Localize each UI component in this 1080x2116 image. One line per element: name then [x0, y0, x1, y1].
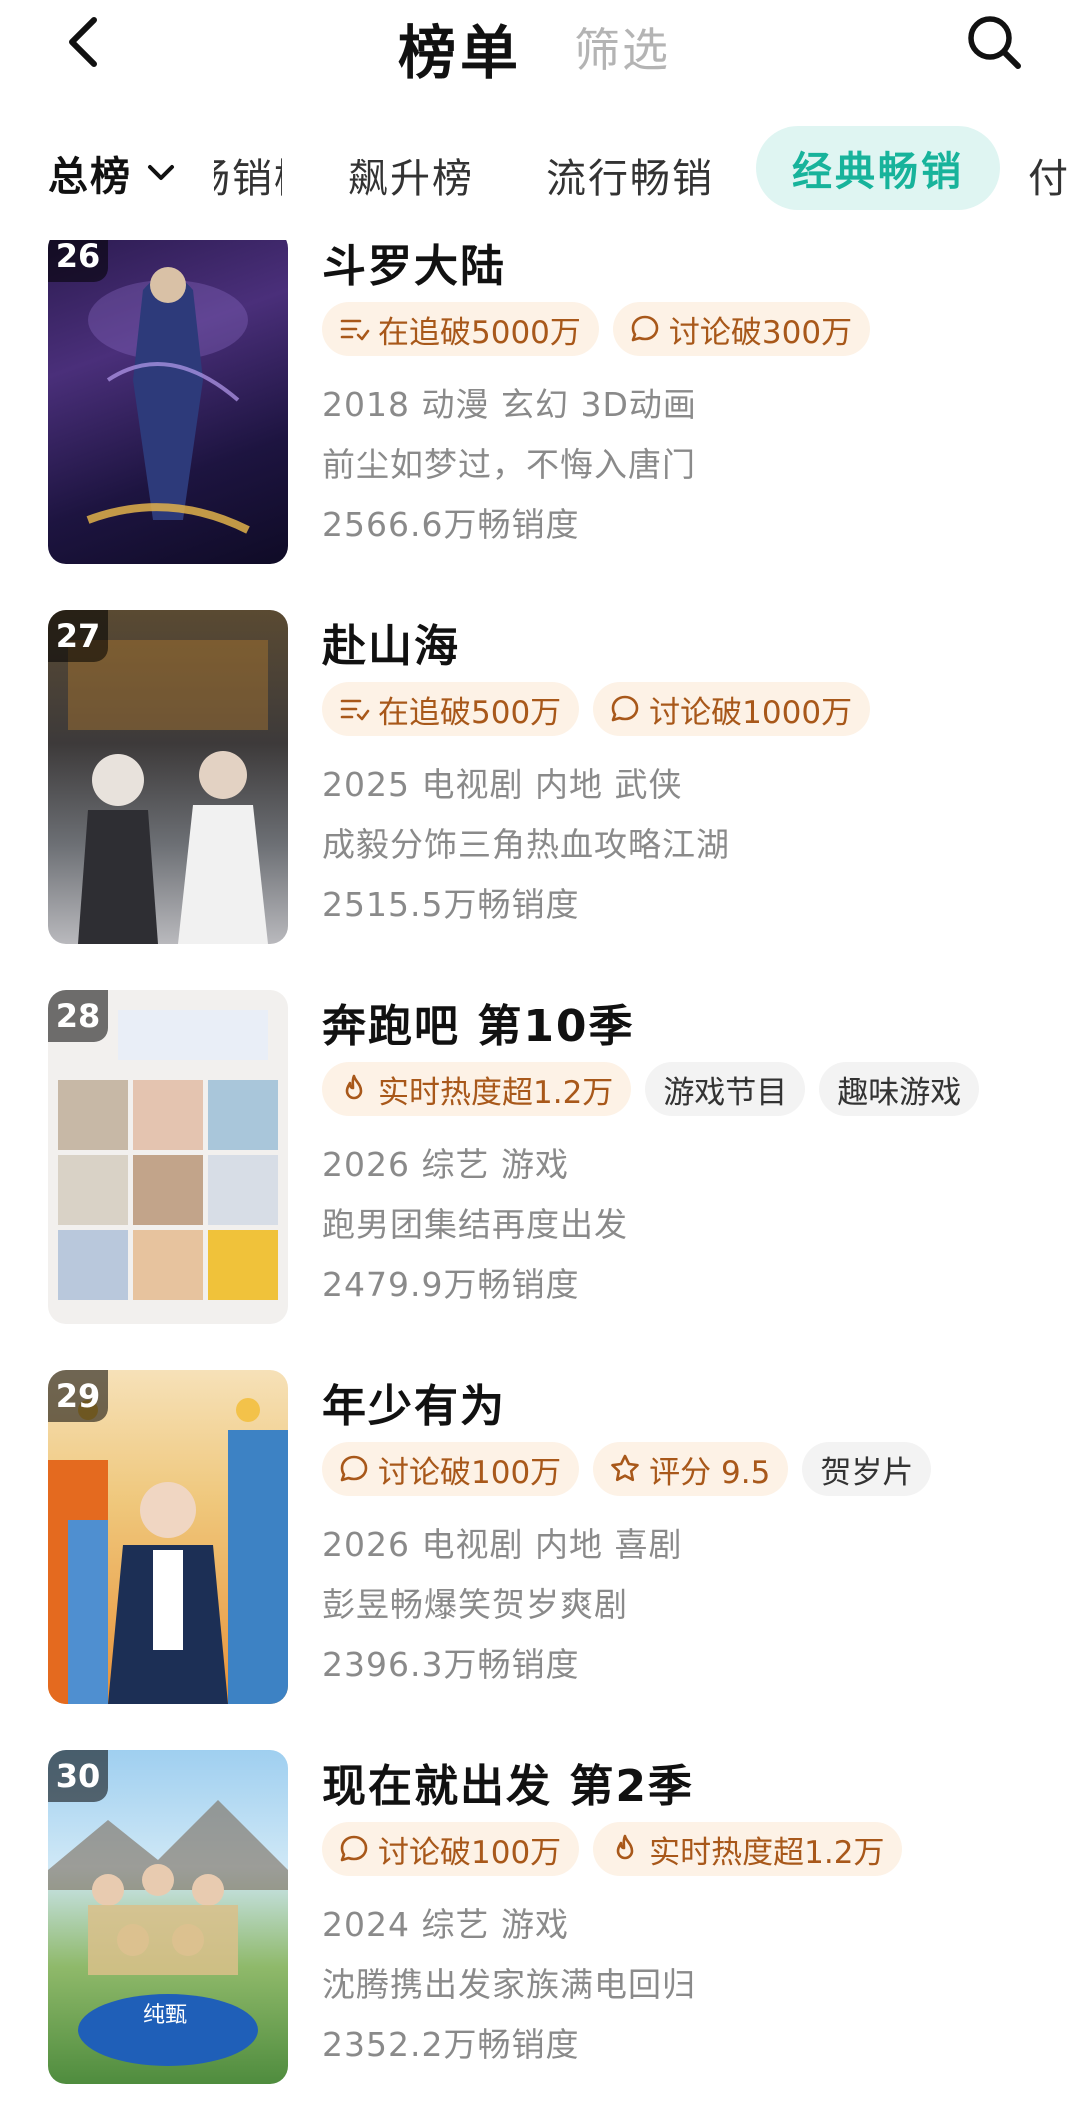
svg-text:纯甄: 纯甄 [143, 2003, 187, 2028]
heat-tag: 实时热度超1.2万 [322, 1062, 632, 1116]
show-description: 成毅分饰三角热血攻略江湖 [322, 825, 730, 864]
ranking-tabs: 总榜 畅销榜 飙升榜 流行畅销 经典畅销 付 [0, 124, 1080, 210]
list-item[interactable]: 28 奔跑吧 第10季 实时热度超1.2万 游戏节目 趣味游戏 2026 综艺 … [0, 990, 1080, 1330]
tab-classic-bestseller[interactable]: 经典畅销 [756, 126, 1000, 210]
tab-paid[interactable]: 付 [1028, 146, 1070, 204]
tab-bestseller-label: 畅销榜 [214, 156, 282, 202]
rank-badge: 28 [48, 990, 108, 1042]
discussion-tag: 讨论破300万 [612, 302, 871, 356]
top-bar: 榜单 筛选 [0, 0, 1080, 90]
poster-image: 29 [48, 1370, 288, 1704]
poster-image: 纯甄 30 [48, 1750, 288, 2084]
show-meta: 2018 动漫 玄幻 3D动画 [322, 385, 697, 424]
comment-bubble-icon [631, 315, 659, 342]
rank-badge: 29 [48, 1370, 108, 1422]
sales-score: 2515.5万畅销度 [322, 885, 580, 924]
follow-list-icon [340, 699, 370, 721]
flame-icon [616, 1834, 634, 1860]
tag-row: 讨论破100万 评分 9.5 贺岁片 [322, 1442, 932, 1496]
rank-badge: 30 [48, 1750, 108, 1802]
poster-image: 28 [48, 990, 288, 1324]
tag-row: 在追破500万 讨论破1000万 [322, 682, 871, 736]
star-icon [611, 1454, 639, 1482]
heat-tag: 实时热度超1.2万 [593, 1822, 903, 1876]
total-ranking-label: 总榜 [48, 154, 132, 200]
show-title: 现在就出发 第2季 [322, 1761, 694, 1812]
comment-bubble-icon [340, 1835, 368, 1862]
page-title: 榜单 [398, 19, 523, 87]
list-item[interactable]: 29 年少有为 讨论破100万 评分 9.5 贺岁片 2026 电视剧 内地 喜… [0, 1370, 1080, 1710]
filter-button[interactable]: 筛选 [574, 14, 670, 80]
search-button[interactable] [962, 10, 1028, 76]
tag-text: 讨论破300万 [668, 314, 853, 351]
show-title: 赴山海 [322, 621, 460, 672]
tag-text: 评分 9.5 [649, 1454, 771, 1491]
total-ranking-dropdown[interactable]: 总榜 [48, 144, 176, 202]
show-title: 奔跑吧 第10季 [322, 1001, 635, 1052]
sales-score: 2396.3万畅销度 [322, 1645, 580, 1684]
show-description: 彭昱畅爆笑贺岁爽剧 [322, 1585, 628, 1624]
show-meta: 2024 综艺 游戏 [322, 1905, 569, 1944]
show-description: 跑男团集结再度出发 [322, 1205, 628, 1244]
tag-row: 在追破5000万 讨论破300万 [322, 302, 871, 356]
discussion-tag: 讨论破1000万 [593, 682, 871, 736]
search-icon [968, 16, 1021, 69]
show-description: 前尘如梦过，不悔入唐门 [322, 445, 696, 484]
rank-badge: 27 [48, 610, 108, 662]
ranking-list: 26 斗罗大陆 在追破5000万 讨论破300万 2018 动漫 玄幻 3D动画… [0, 240, 1080, 2116]
back-button[interactable] [60, 14, 110, 70]
list-item[interactable]: 26 斗罗大陆 在追破5000万 讨论破300万 2018 动漫 玄幻 3D动画… [0, 240, 1080, 570]
tab-popular-bestseller[interactable]: 流行畅销 [546, 146, 714, 204]
show-meta: 2025 电视剧 内地 武侠 [322, 765, 683, 804]
show-description: 沈腾携出发家族满电回归 [322, 1965, 696, 2004]
comment-bubble-icon [340, 1455, 368, 1482]
genre-tag: 趣味游戏 [819, 1062, 980, 1116]
list-item[interactable]: 纯甄 30 现在就出发 第2季 讨论破100万 实时热度超1.2万 2024 综… [0, 1750, 1080, 2090]
follow-tag: 在追破5000万 [322, 302, 599, 356]
chevron-left-icon [69, 17, 97, 67]
follow-tag: 在追破500万 [322, 682, 580, 736]
follow-list-icon [340, 319, 370, 341]
rating-tag: 评分 9.5 [593, 1442, 789, 1496]
tag-text: 讨论破1000万 [649, 694, 853, 731]
rank-badge: 26 [48, 240, 108, 282]
tag-row: 实时热度超1.2万 游戏节目 趣味游戏 [322, 1062, 980, 1116]
tag-text: 讨论破100万 [378, 1834, 562, 1871]
discussion-tag: 讨论破100万 [322, 1442, 580, 1496]
tag-text: 实时热度超1.2万 [378, 1074, 614, 1111]
chevron-down-icon [148, 165, 174, 180]
flame-icon [345, 1074, 363, 1100]
genre-tag: 贺岁片 [802, 1442, 932, 1496]
poster-image: 26 [48, 240, 288, 564]
genre-tag: 游戏节目 [645, 1062, 806, 1116]
comment-bubble-icon [611, 695, 639, 722]
discussion-tag: 讨论破100万 [322, 1822, 580, 1876]
sales-score: 2352.2万畅销度 [322, 2025, 580, 2064]
tab-rising[interactable]: 飙升榜 [348, 146, 474, 204]
sales-score: 2479.9万畅销度 [322, 1265, 580, 1304]
show-title: 斗罗大陆 [322, 241, 506, 292]
show-meta: 2026 电视剧 内地 喜剧 [322, 1525, 683, 1564]
tab-bestseller-clipped[interactable]: 畅销榜 [214, 146, 282, 204]
list-item[interactable]: 27 赴山海 在追破500万 讨论破1000万 2025 电视剧 内地 武侠 成… [0, 610, 1080, 950]
poster-image: 27 [48, 610, 288, 944]
show-title: 年少有为 [322, 1381, 506, 1432]
tag-row: 讨论破100万 实时热度超1.2万 [322, 1822, 903, 1876]
tag-text: 在追破500万 [378, 694, 562, 731]
tag-text: 讨论破100万 [378, 1454, 562, 1491]
show-meta: 2026 综艺 游戏 [322, 1145, 569, 1184]
sales-score: 2566.6万畅销度 [322, 505, 580, 544]
tag-text: 实时热度超1.2万 [649, 1834, 885, 1871]
tag-text: 在追破5000万 [378, 314, 581, 351]
poster-figure [86, 267, 250, 534]
